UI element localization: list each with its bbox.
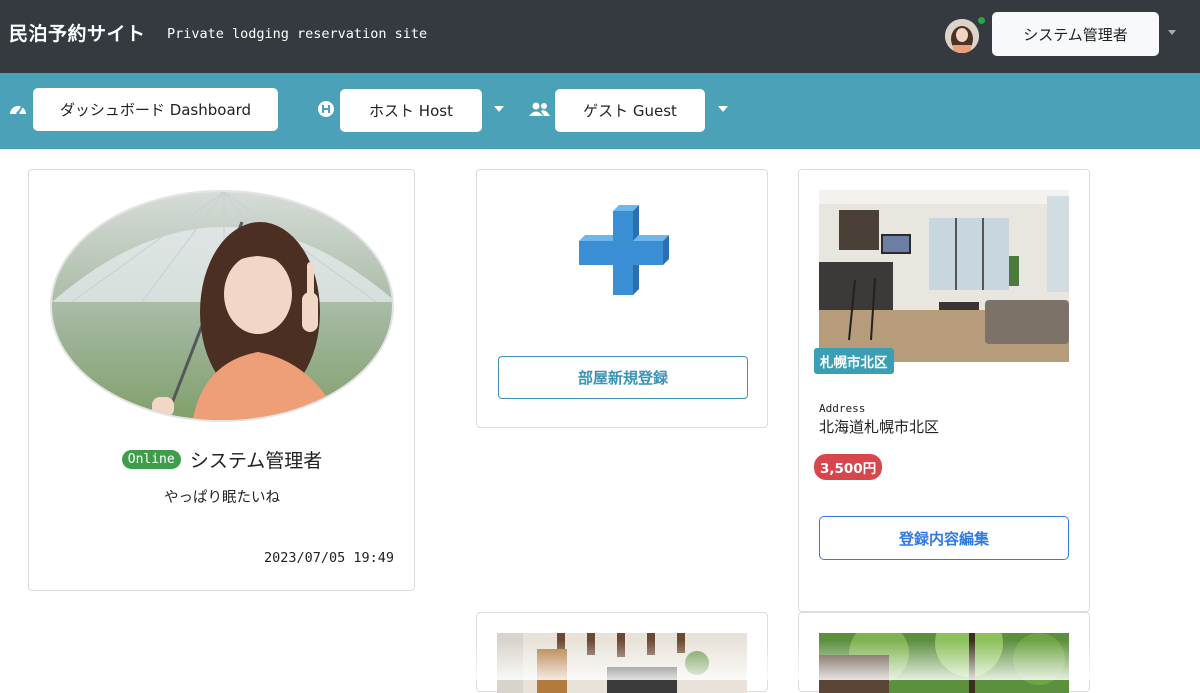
user-avatar[interactable] <box>945 19 979 53</box>
brand-title[interactable]: 民泊予約サイト <box>9 19 146 46</box>
profile-name-row: Online システム管理者 <box>29 446 415 473</box>
area-badge: 札幌市北区 <box>814 348 894 374</box>
user-menu-button[interactable]: システム管理者 <box>992 12 1159 56</box>
caret-down-icon[interactable] <box>718 106 728 112</box>
online-badge: Online <box>121 450 181 469</box>
caret-down-icon[interactable] <box>1168 30 1176 35</box>
room-photo[interactable] <box>819 633 1069 693</box>
profile-card: Online システム管理者 やっぱり眠たいね 2023/07/05 19:49 <box>28 169 415 591</box>
edit-room-button[interactable]: 登録内容編集 <box>819 516 1069 560</box>
brand-tagline: Private lodging reservation site <box>167 26 428 42</box>
profile-status-message: やっぱり眠たいね <box>164 490 280 506</box>
online-indicator <box>976 15 987 26</box>
room-photo[interactable] <box>819 190 1069 362</box>
dashboard-nav-button[interactable]: ダッシュボード Dashboard <box>33 88 278 131</box>
profile-name: システム管理者 <box>189 450 323 472</box>
address-value: 北海道札幌市北区 <box>819 418 940 436</box>
new-room-button[interactable]: 部屋新規登録 <box>498 356 748 399</box>
guest-nav-button[interactable]: ゲスト Guest <box>555 89 705 132</box>
host-nav-button[interactable]: ホスト Host <box>340 89 482 132</box>
profile-last-updated: 2023/07/05 19:49 <box>263 550 394 566</box>
speedometer-icon <box>9 101 27 121</box>
room-photo[interactable] <box>497 633 747 693</box>
caret-down-icon[interactable] <box>494 106 504 112</box>
new-room-card: 部屋新規登録 <box>476 169 768 428</box>
room-card-partial <box>798 612 1090 693</box>
users-icon <box>529 102 550 121</box>
price-badge: 3,500円 <box>814 454 883 480</box>
address-label: Address <box>819 402 866 415</box>
profile-photo <box>50 190 394 422</box>
room-card: 札幌市北区 Address 北海道札幌市北区 3,500円 登録内容編集 <box>798 169 1090 612</box>
main-navbar: ダッシュボード Dashboard ホスト Host ゲスト Guest <box>0 73 1200 149</box>
plus-icon[interactable] <box>575 205 669 305</box>
top-navbar: 民泊予約サイト Private lodging reservation site… <box>0 0 1200 73</box>
host-h-icon <box>318 101 334 121</box>
room-card-partial <box>476 612 768 693</box>
